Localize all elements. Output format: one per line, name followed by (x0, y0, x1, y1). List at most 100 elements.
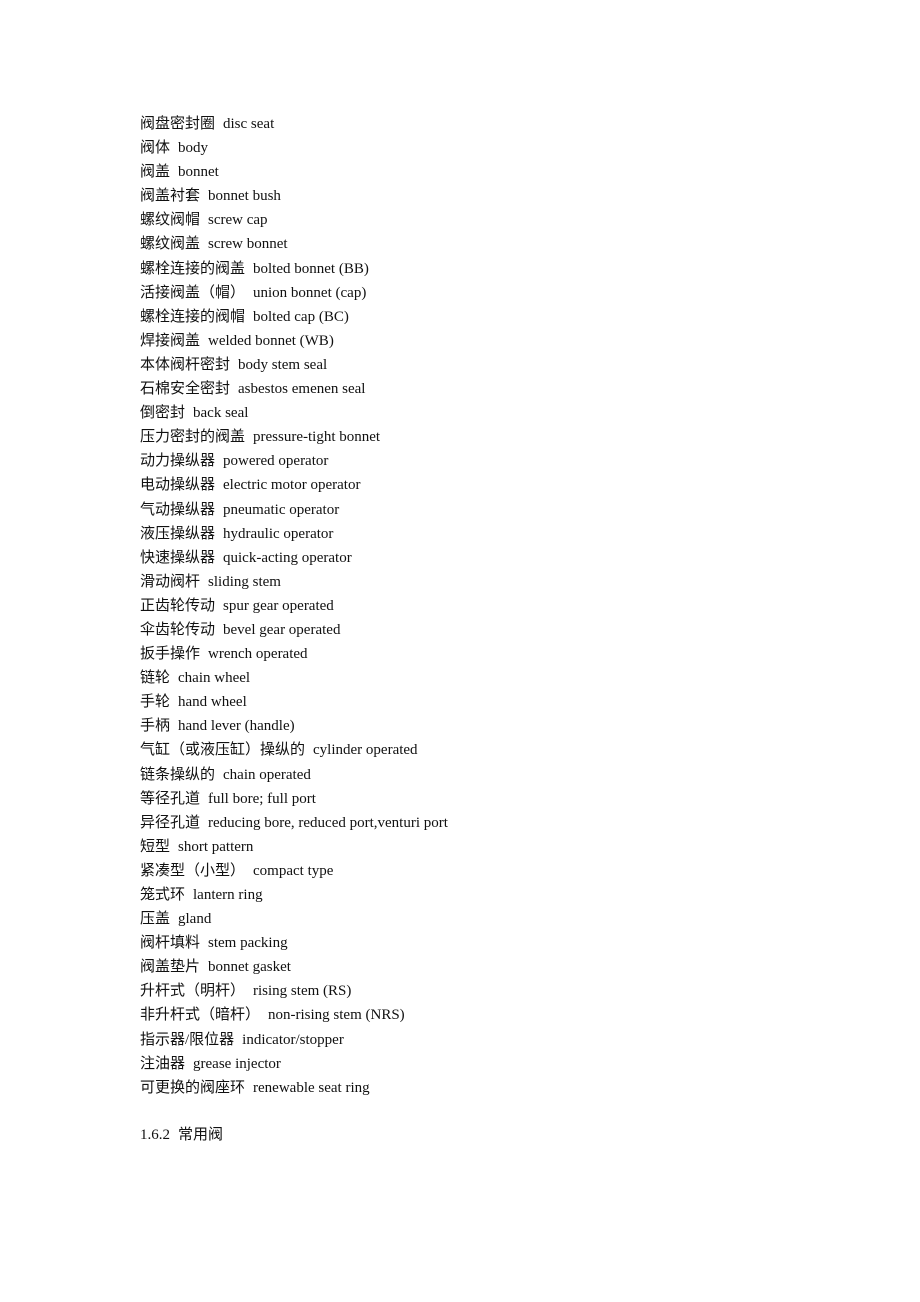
term-chinese: 笼式环 (140, 887, 186, 903)
term-english: hand wheel (178, 694, 247, 711)
term-item: 滑动阀杆 sliding stem (140, 570, 860, 594)
term-chinese: 等径孔道 (140, 790, 201, 807)
term-chinese: 阀体 (140, 140, 171, 157)
term-english: electric motor operator (223, 477, 361, 494)
term-english: hand lever (handle) (178, 718, 295, 735)
term-item: 指示器/限位器 indicator/stopper (140, 1028, 860, 1052)
term-english: compact type (253, 862, 334, 879)
term-chinese: 伞齿轮传动 (140, 621, 216, 638)
term-item: 可更换的阀座环 renewable seat ring (140, 1076, 860, 1100)
term-chinese: 扳手操作 (140, 646, 201, 663)
term-item: 链轮 chain wheel (140, 666, 860, 690)
term-english: quick-acting operator (223, 549, 352, 566)
term-item: 气动操纵器 pneumatic operator (140, 498, 860, 522)
term-item: 升杆式（明杆） rising stem (RS) (140, 979, 860, 1003)
term-english: sliding stem (208, 573, 281, 590)
term-item: 液压操纵器 hydraulic operator (140, 522, 860, 546)
term-chinese: 活接阀盖（帽） (140, 284, 246, 301)
term-item: 异径孔道 reducing bore, reduced port,venturi … (140, 811, 860, 835)
term-english: cylinder operated (313, 742, 418, 759)
section-number: 1.6.2 (140, 1126, 170, 1143)
term-english: body (178, 140, 209, 157)
term-item: 螺纹阀盖 screw bonnet (140, 232, 860, 256)
term-english: hydraulic operator (223, 525, 334, 542)
term-chinese: 链条操纵的 (140, 766, 216, 783)
term-english: rising stem (RS) (253, 983, 352, 1000)
term-english: screw cap (208, 212, 268, 229)
term-item: 手柄 hand lever (handle) (140, 714, 860, 738)
term-item: 螺栓连接的阀帽 bolted cap (BC) (140, 305, 860, 329)
term-english: screw bonnet (208, 236, 288, 253)
term-item: 手轮 hand wheel (140, 690, 860, 714)
term-english: chain operated (223, 766, 311, 783)
term-item: 阀盘密封圈 disc seat (140, 112, 860, 136)
term-item: 正齿轮传动 spur gear operated (140, 594, 860, 618)
term-english: bonnet gasket (208, 959, 291, 976)
term-item: 注油器 grease injector (140, 1052, 860, 1076)
term-chinese: 焊接阀盖 (140, 332, 201, 349)
section-title: 常用阀 (178, 1126, 224, 1143)
term-english: bolted bonnet (BB) (253, 260, 369, 277)
term-chinese: 螺纹阀帽 (140, 212, 201, 229)
term-chinese: 非升杆式（暗杆） (140, 1007, 261, 1024)
term-item: 动力操纵器 powered operator (140, 449, 860, 473)
term-english: chain wheel (178, 670, 251, 687)
term-chinese: 手轮 (140, 694, 171, 711)
term-chinese: 指示器/限位器 (140, 1031, 235, 1048)
term-english: union bonnet (cap) (253, 284, 367, 301)
term-english: bolted cap (BC) (253, 308, 349, 325)
term-chinese: 阀盖垫片 (140, 959, 201, 976)
term-chinese: 链轮 (140, 670, 171, 687)
term-english: asbestos emenen seal (238, 381, 366, 398)
term-item: 短型 short pattern (140, 835, 860, 859)
term-chinese: 正齿轮传动 (140, 597, 216, 614)
term-english: renewable seat ring (253, 1079, 370, 1096)
term-item: 焊接阀盖 welded bonnet (WB) (140, 329, 860, 353)
term-chinese: 倒密封 (140, 405, 186, 422)
term-english: indicator/stopper (242, 1031, 344, 1048)
term-item: 快速操纵器 quick-acting operator (140, 546, 860, 570)
term-item: 本体阀杆密封 body stem seal (140, 353, 860, 377)
term-chinese: 气缸（或液压缸）操纵的 (140, 742, 306, 759)
term-item: 伞齿轮传动 bevel gear operated (140, 618, 860, 642)
term-english: bevel gear operated (223, 621, 341, 638)
term-english: wrench operated (208, 646, 308, 663)
term-item: 链条操纵的 chain operated (140, 763, 860, 787)
term-item: 压力密封的阀盖 pressure-tight bonnet (140, 425, 860, 449)
term-item: 扳手操作 wrench operated (140, 642, 860, 666)
term-english: bonnet bush (208, 188, 281, 205)
term-english: welded bonnet (WB) (208, 332, 334, 349)
term-item: 倒密封 back seal (140, 401, 860, 425)
term-chinese: 压盖 (140, 911, 171, 928)
term-english: reducing bore, reduced port,venturi port (208, 814, 448, 831)
term-item: 等径孔道 full bore; full port (140, 787, 860, 811)
term-item: 气缸（或液压缸）操纵的 cylinder operated (140, 738, 860, 762)
term-chinese: 电动操纵器 (140, 477, 216, 494)
term-chinese: 螺纹阀盖 (140, 236, 201, 253)
term-chinese: 异径孔道 (140, 814, 201, 831)
term-english: grease injector (193, 1055, 281, 1072)
term-item: 阀盖垫片 bonnet gasket (140, 955, 860, 979)
term-chinese: 快速操纵器 (140, 549, 216, 566)
term-english: back seal (193, 405, 249, 422)
term-chinese: 阀盖 (140, 164, 171, 181)
term-chinese: 紧凑型（小型） (140, 862, 246, 879)
term-english: spur gear operated (223, 597, 334, 614)
term-english: lantern ring (193, 887, 263, 903)
term-english: non-rising stem (NRS) (268, 1007, 405, 1024)
term-chinese: 气动操纵器 (140, 501, 216, 518)
term-item: 电动操纵器 electric motor operator (140, 473, 860, 497)
term-chinese: 阀杆填料 (140, 935, 201, 952)
term-item: 阀杆填料 stem packing (140, 931, 860, 955)
term-item: 活接阀盖（帽） union bonnet (cap) (140, 281, 860, 305)
section-heading: 1.6.2 常用阀 (140, 1123, 860, 1147)
document-page: 阀盘密封圈 disc seat 阀体 body 阀盖 bonnet 阀盖衬套 bonnet b… (140, 112, 860, 1159)
term-item: 紧凑型（小型） compact type (140, 859, 860, 883)
term-english: body stem seal (238, 356, 328, 373)
term-item: 阀盖衬套 bonnet bush (140, 184, 860, 208)
term-chinese: 螺栓连接的阀帽 (140, 308, 246, 325)
term-english: pneumatic operator (223, 501, 340, 518)
term-english: powered operator (223, 453, 329, 470)
term-item: 螺栓连接的阀盖 bolted bonnet (BB) (140, 257, 860, 281)
term-item: 阀体 body (140, 136, 860, 160)
